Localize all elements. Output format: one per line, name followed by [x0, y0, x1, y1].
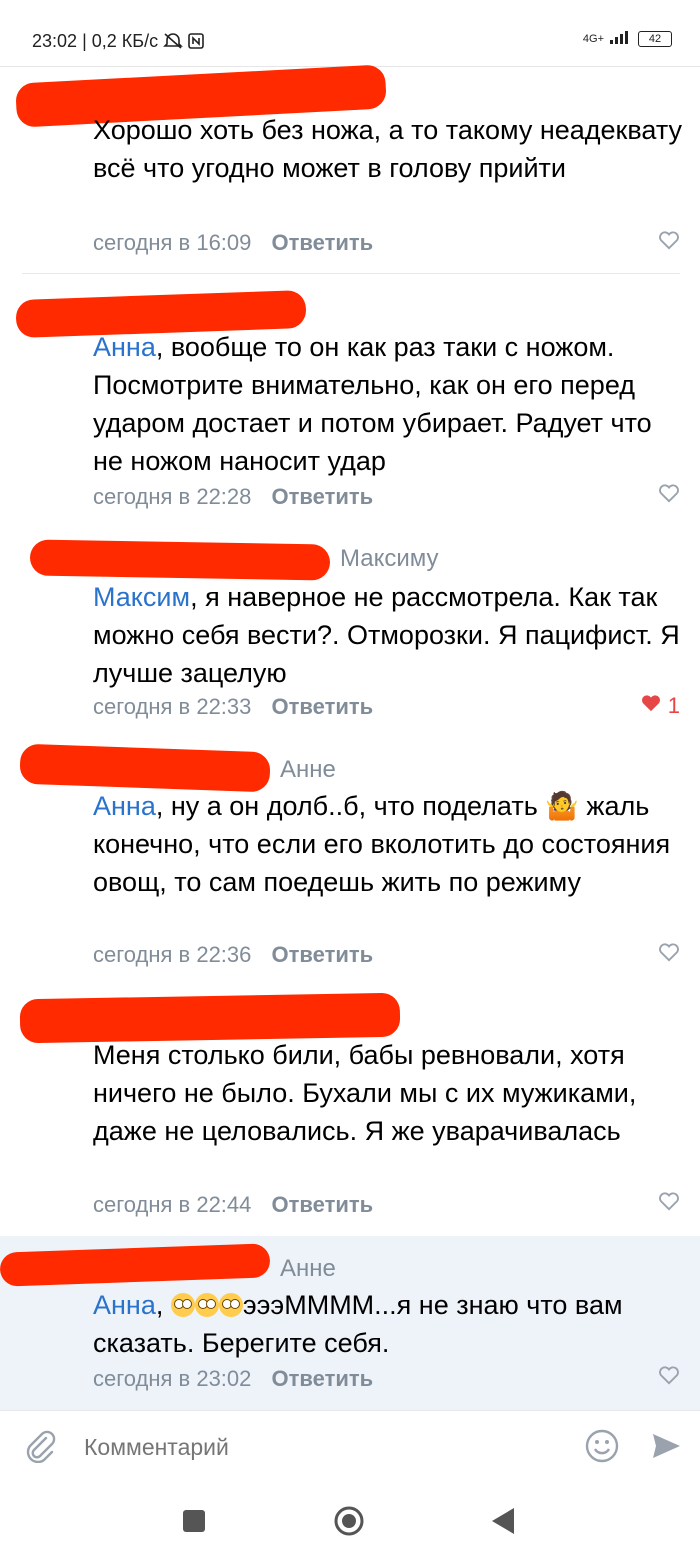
reply-to-label: Максиму — [340, 545, 439, 572]
like-button[interactable] — [658, 1365, 680, 1391]
comment-text: Хорошо хоть без ножа, а то такому неадек… — [93, 115, 682, 183]
status-speed: 0,2 КБ/с — [91, 31, 159, 51]
send-icon[interactable] — [650, 1430, 682, 1467]
comment-item-highlighted: Анне Анна, эээММММ...я не знаю что вам с… — [0, 1236, 700, 1410]
like-count: 1 — [667, 693, 680, 718]
like-button[interactable] — [658, 483, 680, 509]
comment-time: сегодня в 23:02 — [93, 1366, 252, 1391]
comment-meta: сегодня в 22:28 Ответить — [93, 484, 373, 510]
reply-button[interactable]: Ответить — [272, 1366, 374, 1391]
heart-filled-icon — [640, 693, 662, 719]
like-button[interactable] — [658, 942, 680, 968]
mention-link[interactable]: Анна — [93, 332, 156, 362]
comment-meta: сегодня в 23:02 Ответить — [93, 1366, 373, 1392]
comment-item: Хорошо хоть без ножа, а то такому неадек… — [0, 64, 700, 274]
status-time: 23:02 — [32, 31, 78, 51]
comment-input[interactable] — [82, 1433, 566, 1462]
mute-icon — [163, 31, 188, 51]
comment-time: сегодня в 22:33 — [93, 694, 252, 719]
network-type: 4G+ — [582, 32, 604, 45]
mention-link[interactable]: Анна — [93, 791, 156, 821]
reply-button[interactable]: Ответить — [272, 942, 374, 967]
redacted-author — [0, 1243, 271, 1287]
flushed-emoji-icon — [218, 1293, 243, 1317]
comment-text: Максим, я наверное не рассмотрела. Как т… — [93, 582, 680, 688]
reply-button[interactable]: Ответить — [272, 484, 374, 509]
back-icon[interactable] — [492, 1508, 516, 1539]
comment-time: сегодня в 22:28 — [93, 484, 252, 509]
comment-item: Анна, вообще то он как раз таки с ножом.… — [0, 275, 700, 530]
like-button[interactable]: 1 — [640, 693, 680, 719]
comment-text: Анна, вообще то он как раз таки с ножом.… — [93, 332, 652, 476]
comment-meta: сегодня в 16:09 Ответить — [93, 230, 373, 256]
status-bar: 23:02 | 0,2 КБ/с 4G+ 42 — [0, 0, 700, 67]
flushed-emoji-icon — [170, 1293, 195, 1317]
comment-text: Анна, ну а он долб..б, что поделать 🤷 жа… — [93, 791, 671, 897]
battery-icon: 42 — [638, 30, 672, 47]
reply-button[interactable]: Ответить — [272, 1192, 374, 1217]
like-button[interactable] — [658, 230, 680, 256]
heart-outline-icon — [658, 1191, 680, 1217]
attach-icon[interactable] — [24, 1429, 56, 1468]
flushed-emoji-icon — [194, 1293, 219, 1317]
comment-item: Максиму Максим, я наверное не рассмотрел… — [0, 530, 700, 735]
signal-icon — [610, 30, 632, 47]
emoji-icon[interactable] — [585, 1429, 619, 1468]
comment-item: Меня столько били, бабы ревновали, хотя … — [0, 990, 700, 1236]
home-icon[interactable] — [333, 1505, 365, 1542]
reply-to-label: Анне — [280, 1255, 336, 1282]
like-button[interactable] — [658, 1191, 680, 1217]
heart-outline-icon — [658, 1365, 680, 1391]
comment-meta: сегодня в 22:36 Ответить — [93, 942, 373, 968]
comment-time: сегодня в 16:09 — [93, 230, 252, 255]
comment-composer — [0, 1410, 700, 1481]
comment-time: сегодня в 22:36 — [93, 942, 252, 967]
comment-text: Меня столько били, бабы ревновали, хотя … — [93, 1040, 637, 1146]
status-right: 4G+ 42 — [583, 30, 672, 47]
reply-to-label: Анне — [280, 756, 336, 783]
mention-link[interactable]: Максим — [93, 582, 190, 612]
comment-time: сегодня в 22:44 — [93, 1192, 252, 1217]
heart-outline-icon — [658, 942, 680, 968]
reply-button[interactable]: Ответить — [272, 694, 374, 719]
comment-item: Анне Анна, ну а он долб..б, что поделать… — [0, 740, 700, 985]
status-left: 23:02 | 0,2 КБ/с — [32, 31, 204, 52]
redacted-author — [19, 743, 271, 793]
system-nav-bar — [0, 1480, 700, 1555]
reply-button[interactable]: Ответить — [272, 230, 374, 255]
comment-meta: сегодня в 22:44 Ответить — [93, 1192, 373, 1218]
comment-text: Анна, эээММММ...я не знаю что вам сказат… — [93, 1290, 623, 1358]
divider — [22, 273, 680, 274]
mention-link[interactable]: Анна — [93, 1290, 156, 1320]
heart-outline-icon — [658, 230, 680, 256]
recents-icon[interactable] — [183, 1510, 205, 1537]
redacted-author — [29, 539, 331, 581]
comment-meta: сегодня в 22:33 Ответить — [93, 694, 373, 720]
nfc-icon — [188, 31, 204, 51]
heart-outline-icon — [658, 483, 680, 509]
